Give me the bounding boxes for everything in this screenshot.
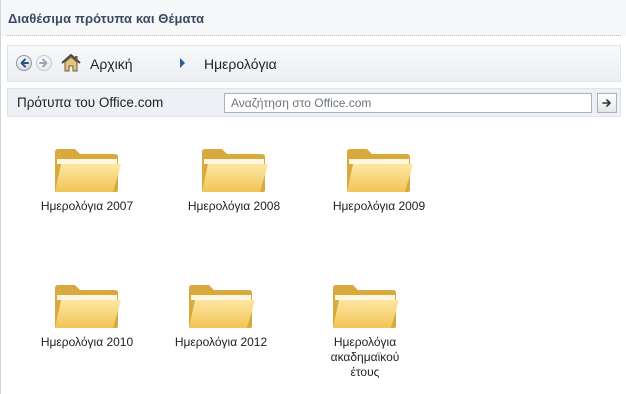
folder-item[interactable]: Ημερολόγια 2009 [313,146,445,214]
folder-icon [55,285,121,328]
back-button[interactable] [16,55,32,71]
breadcrumb-current: Ημερολόγια [204,56,277,72]
folder-icon [189,285,255,328]
chevron-right-icon [180,58,185,68]
folder-item[interactable]: Ημερολόγια 2007 [21,146,153,214]
folder-icon [333,285,399,328]
folder-label: Ημερολόγια 2007 [40,199,134,213]
folder-label: Ημερολόγια ακαδημαϊκού έτους [330,335,400,379]
forward-button[interactable] [36,55,52,71]
folder-label: Ημερολόγια 2010 [40,335,134,349]
office-search-bar: Πρότυπα του Office.com [7,88,621,117]
folder-icon [202,149,268,192]
search-scope-label: Πρότυπα του Office.com [17,95,164,110]
folder-label: Ημερολόγια 2008 [187,199,281,213]
search-input[interactable] [224,93,592,113]
breadcrumb-home[interactable]: Αρχική [90,56,133,72]
search-go-button[interactable] [597,93,617,113]
navigation-bar: Αρχική Ημερολόγια [7,45,621,82]
template-folder-grid: Ημερολόγια 2007 Ημερολόγια 2008 Ημερολόγ… [1,118,626,394]
home-icon[interactable] [60,53,82,73]
header-divider [7,35,621,36]
folder-label: Ημερολόγια 2012 [174,335,268,349]
arrow-right-icon [602,99,611,107]
folder-icon [55,149,121,192]
panel-title: Διαθέσιμα πρότυπα και Θέματα [8,11,205,26]
folder-item[interactable]: Ημερολόγια ακαδημαϊκού έτους [299,282,431,380]
folder-icon [347,149,413,192]
folder-item[interactable]: Ημερολόγια 2010 [21,282,153,350]
templates-panel: Διαθέσιμα πρότυπα και Θέματα Αρχική Ημερ… [0,0,626,394]
folder-item[interactable]: Ημερολόγια 2008 [168,146,300,214]
folder-item[interactable]: Ημερολόγια 2012 [155,282,287,350]
back-arrow-icon [20,58,29,68]
panel-header: Διαθέσιμα πρότυπα και Θέματα [1,0,626,36]
forward-arrow-icon [39,58,48,68]
folder-label: Ημερολόγια 2009 [332,199,426,213]
